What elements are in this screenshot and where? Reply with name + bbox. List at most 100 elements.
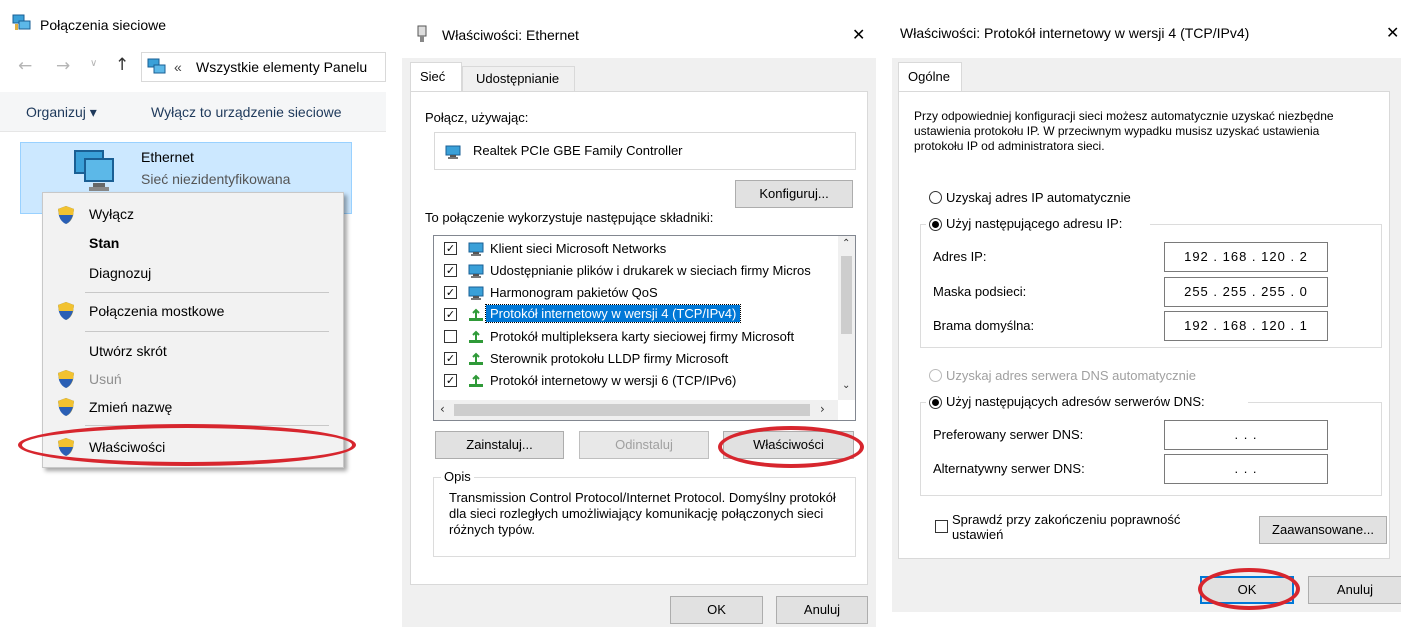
- dialog-body: Sieć Udostępnianie Połącz, używając: Rea…: [402, 58, 876, 627]
- shield-icon: [57, 437, 75, 457]
- scroll-up-icon[interactable]: ⌃: [842, 238, 850, 249]
- ip-address-field[interactable]: 192 . 168 . 120 . 2: [1164, 242, 1328, 272]
- scroll-down-icon[interactable]: ⌄: [842, 380, 850, 391]
- vertical-scrollbar[interactable]: ⌃ ⌄: [838, 236, 855, 400]
- connect-using-label: Połącz, używając:: [425, 110, 529, 125]
- cancel-button[interactable]: Anuluj: [776, 596, 868, 624]
- close-icon[interactable]: ✕: [1386, 23, 1399, 42]
- up-arrow-icon[interactable]: ↑: [115, 55, 129, 75]
- menu-item-diagnose[interactable]: Diagnozuj: [89, 265, 151, 281]
- ip-manual-label[interactable]: Użyj następującego adresu IP:: [946, 216, 1122, 231]
- ethernet-adapter-icon: [74, 150, 114, 191]
- tab-sharing[interactable]: Udostępnianie: [462, 66, 575, 92]
- close-icon[interactable]: ✕: [852, 25, 865, 44]
- network-connections-window: Połączenia sieciowe ← → ∨ ↑ « Wszystkie …: [0, 0, 390, 627]
- validate-label[interactable]: Sprawdź przy zakończeniu poprawność usta…: [952, 512, 1192, 542]
- advanced-button[interactable]: Zaawansowane...: [1259, 516, 1387, 544]
- properties-button[interactable]: Właściwości: [723, 431, 854, 459]
- protocol-icon: [468, 352, 484, 366]
- preferred-dns-field[interactable]: . . .: [1164, 420, 1328, 450]
- organize-menu[interactable]: Organizuj ▾: [26, 104, 97, 121]
- disable-device-button[interactable]: Wyłącz to urządzenie sieciowe: [151, 104, 342, 120]
- menu-separator: [85, 425, 329, 426]
- component-checkbox[interactable]: ✓: [444, 308, 457, 321]
- recent-dropdown-icon[interactable]: ∨: [90, 58, 97, 69]
- ipv4-properties-window: Właściwości: Protokół internetowy w wers…: [892, 0, 1401, 627]
- ethernet-icon: [417, 25, 427, 42]
- list-item[interactable]: ✓ Harmonogram pakietów QoS: [434, 282, 834, 304]
- menu-item-delete: Usuń: [89, 371, 122, 387]
- menu-item-rename[interactable]: Zmień nazwę: [89, 399, 172, 415]
- tab-panel: Przy odpowiedniej konfiguracji sieci moż…: [898, 91, 1390, 559]
- preferred-dns-label: Preferowany serwer DNS:: [933, 427, 1084, 442]
- subnet-mask-field[interactable]: 255 . 255 . 255 . 0: [1164, 277, 1328, 307]
- list-item[interactable]: Protokół multipleksera karty sieciowej f…: [434, 326, 834, 348]
- ip-manual-radio[interactable]: [929, 218, 942, 231]
- list-item[interactable]: ✓ Sterownik protokołu LLDP firmy Microso…: [434, 348, 834, 370]
- ok-button[interactable]: OK: [670, 596, 763, 624]
- dns-auto-radio: [929, 369, 942, 382]
- ip-address-label: Adres IP:: [933, 249, 987, 264]
- dns-auto-label: Uzyskaj adres serwera DNS automatycznie: [946, 368, 1196, 383]
- list-item[interactable]: ✓ Protokół internetowy w wersji 4 (TCP/I…: [434, 304, 834, 326]
- dns-manual-radio[interactable]: [929, 396, 942, 409]
- intro-text: Przy odpowiedniej konfiguracji sieci moż…: [914, 109, 1334, 153]
- menu-item-status[interactable]: Stan: [89, 235, 119, 251]
- component-checkbox[interactable]: ✓: [444, 242, 457, 255]
- adapter-status: Sieć niezidentyfikowana: [141, 171, 291, 187]
- window-title: Połączenia sieciowe: [40, 17, 167, 33]
- validate-checkbox[interactable]: [935, 520, 948, 533]
- tab-network[interactable]: Sieć: [410, 62, 462, 92]
- shield-icon: [57, 205, 75, 225]
- ethernet-properties-window: Właściwości: Ethernet ✕ Sieć Udostępnian…: [402, 0, 882, 627]
- back-arrow-icon[interactable]: ←: [18, 56, 32, 76]
- install-button[interactable]: Zainstaluj...: [435, 431, 564, 459]
- scroll-right-icon[interactable]: ›: [820, 402, 825, 416]
- forward-arrow-icon[interactable]: →: [56, 56, 70, 76]
- menu-item-disable[interactable]: Wyłącz: [89, 206, 134, 222]
- address-text: Wszystkie elementy Panelu: [196, 59, 368, 75]
- adapter-box: Realtek PCIe GBE Family Controller: [434, 132, 856, 170]
- gateway-field[interactable]: 192 . 168 . 120 . 1: [1164, 311, 1328, 341]
- list-item[interactable]: ✓ Klient sieci Microsoft Networks: [434, 238, 834, 260]
- toolbar: Organizuj ▾ Wyłącz to urządzenie sieciow…: [0, 92, 386, 132]
- components-label: To połączenie wykorzystuje następujące s…: [425, 210, 714, 225]
- cancel-button[interactable]: Anuluj: [1308, 576, 1401, 604]
- alternate-dns-label: Alternatywny serwer DNS:: [933, 461, 1085, 476]
- scrollbar-thumb[interactable]: [841, 256, 852, 334]
- component-checkbox[interactable]: ✓: [444, 374, 457, 387]
- address-bar[interactable]: « Wszystkie elementy Panelu: [141, 52, 386, 82]
- horizontal-scrollbar[interactable]: ‹ ›: [434, 400, 838, 420]
- network-service-icon: [468, 264, 484, 278]
- ip-auto-label[interactable]: Uzyskaj adres IP automatycznie: [946, 190, 1131, 205]
- menu-item-shortcut[interactable]: Utwórz skrót: [89, 343, 167, 359]
- component-checkbox[interactable]: [444, 330, 457, 343]
- list-item[interactable]: ✓ Protokół internetowy w wersji 6 (TCP/I…: [434, 370, 834, 392]
- network-adapter-icon: [445, 145, 461, 159]
- dns-manual-label[interactable]: Użyj następujących adresów serwerów DNS:: [946, 394, 1205, 409]
- tab-general[interactable]: Ogólne: [898, 62, 962, 92]
- adapter-name: Realtek PCIe GBE Family Controller: [473, 143, 683, 158]
- list-item[interactable]: ✓ Udostępnianie plików i drukarek w siec…: [434, 260, 834, 282]
- components-list[interactable]: ✓ Klient sieci Microsoft Networks ✓ Udos…: [433, 235, 856, 421]
- ip-auto-radio[interactable]: [929, 191, 942, 204]
- menu-separator: [85, 331, 329, 332]
- alternate-dns-field[interactable]: . . .: [1164, 454, 1328, 484]
- dns-manual-legend: Użyj następujących adresów serwerów DNS:: [926, 392, 1248, 412]
- menu-item-properties[interactable]: Właściwości: [89, 439, 165, 455]
- ok-button[interactable]: OK: [1200, 576, 1294, 604]
- address-prefix: «: [174, 59, 182, 75]
- configure-button[interactable]: Konfiguruj...: [735, 180, 853, 208]
- component-checkbox[interactable]: ✓: [444, 286, 457, 299]
- scroll-left-icon[interactable]: ‹: [440, 402, 445, 416]
- window-title: Właściwości: Ethernet: [442, 27, 579, 43]
- component-checkbox[interactable]: ✓: [444, 264, 457, 277]
- menu-item-bridge[interactable]: Połączenia mostkowe: [89, 303, 224, 319]
- context-menu: Wyłącz Stan Diagnozuj Połączenia mostkow…: [42, 192, 344, 468]
- subnet-mask-label: Maska podsieci:: [933, 284, 1027, 299]
- control-panel-icon: [147, 58, 166, 74]
- gateway-label: Brama domyślna:: [933, 318, 1035, 333]
- dialog-body: Ogólne Przy odpowiedniej konfiguracji si…: [892, 58, 1401, 612]
- scrollbar-thumb[interactable]: [454, 404, 810, 416]
- component-checkbox[interactable]: ✓: [444, 352, 457, 365]
